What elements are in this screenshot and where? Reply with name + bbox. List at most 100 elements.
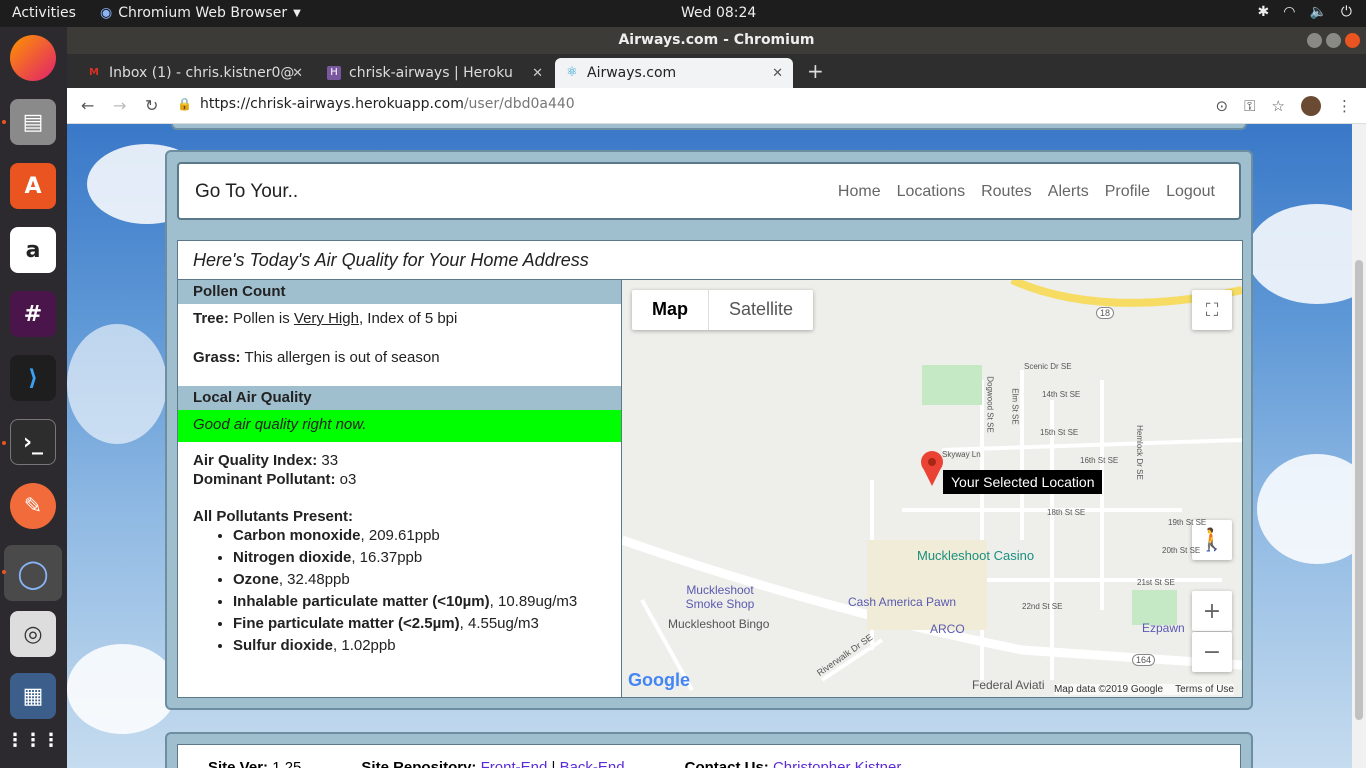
map-place-label[interactable]: Federal Aviati — [972, 678, 1045, 692]
tab-airways[interactable]: ⚛ Airways.com ✕ — [555, 58, 793, 88]
grass-text: This allergen is out of season — [244, 349, 440, 366]
key-icon[interactable]: ⚿ — [1244, 97, 1255, 115]
gmail-icon: M — [89, 67, 99, 78]
nav-profile[interactable]: Profile — [1105, 183, 1150, 201]
window-title: Airways.com - Chromium — [618, 32, 815, 48]
tab-label: Inbox (1) - chris.kistner0@ — [109, 65, 295, 81]
fullscreen-icon[interactable]: ⛶ — [1192, 290, 1232, 330]
app-menu[interactable]: ◉ Chromium Web Browser ▼ — [100, 5, 301, 21]
nav-home[interactable]: Home — [838, 183, 881, 201]
list-item: Ozone, 32.48ppb — [233, 571, 621, 588]
map-place-label[interactable]: Muckleshoot Bingo — [668, 617, 769, 631]
map-place-label[interactable]: Muckleshoot Smoke Shop — [680, 583, 760, 611]
location-tooltip: Your Selected Location — [943, 470, 1103, 494]
street-label: 16th St SE — [1080, 456, 1119, 465]
backend-link[interactable]: Back-End — [560, 759, 625, 768]
map-place-label[interactable]: Cash America Pawn — [848, 595, 956, 609]
page-scrollbar[interactable] — [1352, 124, 1366, 768]
frontend-link[interactable]: Front-End — [481, 759, 548, 768]
show-apps-icon[interactable]: ⋮⋮⋮ — [6, 717, 60, 763]
dock: ▤ A a # ⟩ ›_ ✎ ◯ ◎ ▦ ⋮⋮⋮ — [0, 27, 67, 768]
street-label: 14th St SE — [1042, 390, 1081, 399]
running-indicator — [2, 570, 6, 574]
menu-kebab-icon[interactable]: ⋮ — [1337, 97, 1352, 115]
forward-icon[interactable]: → — [113, 96, 126, 115]
map-type-satellite[interactable]: Satellite — [709, 290, 813, 330]
firefox-icon[interactable] — [10, 35, 56, 81]
speaker-icon[interactable]: ◎ — [10, 611, 56, 657]
screenshot-app-icon[interactable]: ▦ — [10, 673, 56, 719]
site-footer: Site Ver: 1.25 Site Repository: Front-En… — [165, 732, 1253, 768]
chromium-icon: ◉ — [100, 5, 113, 21]
profile-avatar[interactable] — [1301, 96, 1321, 116]
map-place-label[interactable]: ARCO — [930, 622, 965, 636]
list-item: Nitrogen dioxide, 16.37ppb — [233, 549, 621, 566]
activities-button[interactable]: Activities — [12, 5, 76, 21]
files-icon[interactable]: ▤ — [10, 99, 56, 145]
nav-alerts[interactable]: Alerts — [1048, 183, 1089, 201]
chevron-down-icon: ▼ — [293, 7, 301, 19]
terms-link[interactable]: Terms of Use — [1175, 684, 1234, 695]
system-tray[interactable]: ✱ ◠ 🔈 ⏻ — [1258, 4, 1352, 20]
browser-toolbar: ← → ↻ 🔒 https://chrisk-airways.herokuapp… — [67, 88, 1366, 124]
page-viewport: Go To Your.. Home Locations Routes Alert… — [67, 124, 1366, 768]
back-icon[interactable]: ← — [81, 96, 94, 115]
zoom-out-button[interactable]: − — [1192, 632, 1232, 672]
tab-label: chrisk-airways | Heroku — [349, 65, 513, 81]
map-place-label[interactable]: Muckleshoot Casino — [917, 548, 1034, 563]
close-window-button[interactable] — [1345, 33, 1360, 48]
software-center-icon[interactable]: A — [10, 163, 56, 209]
list-item: Carbon monoxide, 209.61ppb — [233, 527, 621, 544]
slack-tray-icon[interactable]: ✱ — [1258, 4, 1270, 20]
nav-logout[interactable]: Logout — [1166, 183, 1215, 201]
nav-links: Home Locations Routes Alerts Profile Log… — [838, 183, 1215, 201]
bookmark-star-icon[interactable]: ☆ — [1272, 97, 1285, 115]
postman-icon[interactable]: ✎ — [10, 483, 56, 529]
tree-index: , Index of 5 bpi — [358, 310, 458, 327]
window-titlebar: Airways.com - Chromium — [67, 27, 1366, 54]
map-place-label[interactable]: Ezpawn — [1142, 621, 1185, 635]
tab-heroku[interactable]: H chrisk-airways | Heroku ✕ — [317, 58, 553, 88]
dominant-row: Dominant Pollutant: o3 — [178, 471, 621, 488]
running-indicator — [2, 120, 6, 124]
running-indicator — [2, 441, 6, 445]
zoom-in-button[interactable]: + — [1192, 591, 1232, 631]
tab-inbox[interactable]: M Inbox (1) - chris.kistner0@ ✕ — [77, 58, 313, 88]
volume-icon: 🔈 — [1309, 4, 1327, 20]
air-status-banner: Good air quality right now. — [178, 410, 621, 442]
vscode-icon[interactable]: ⟩ — [10, 355, 56, 401]
nav-locations[interactable]: Locations — [897, 183, 966, 201]
new-tab-button[interactable]: + — [807, 59, 824, 83]
slack-icon[interactable]: # — [10, 291, 56, 337]
clock[interactable]: Wed 08:24 — [681, 5, 756, 21]
street-label: 15th St SE — [1040, 428, 1079, 437]
map-attribution: Map data ©2019 Google Terms of Use — [1053, 684, 1234, 695]
chromium-dock-icon[interactable]: ◯ — [4, 545, 62, 601]
location-icon[interactable]: ⊙ — [1216, 97, 1229, 115]
reload-icon[interactable]: ↻ — [145, 96, 158, 115]
air-section-title: Local Air Quality — [178, 386, 621, 410]
scrollbar-thumb[interactable] — [1355, 260, 1363, 720]
address-bar[interactable]: 🔒 https://chrisk-airways.herokuapp.com/u… — [177, 96, 575, 112]
close-tab-icon[interactable]: ✕ — [292, 66, 303, 81]
tree-pollen: Tree: Pollen is Very High, Index of 5 bp… — [178, 310, 621, 327]
close-tab-icon[interactable]: ✕ — [532, 66, 543, 81]
lock-icon: 🔒 — [177, 97, 192, 111]
google-map[interactable]: Map Satellite ⛶ 🚶 + − Your Selected Loca… — [622, 280, 1242, 697]
navbar-brand[interactable]: Go To Your.. — [195, 181, 298, 203]
contact-link[interactable]: Christopher Kistner — [773, 759, 901, 768]
terminal-icon[interactable]: ›_ — [10, 419, 56, 465]
map-type-map[interactable]: Map — [632, 290, 709, 330]
aqi-label: Air Quality Index: — [193, 452, 318, 469]
main-card: Go To Your.. Home Locations Routes Alert… — [165, 150, 1253, 710]
street-label: Skyway Ln — [942, 450, 981, 459]
site-repository: Site Repository: Front-End | Back-End — [361, 759, 624, 768]
heroku-icon: H — [327, 66, 341, 80]
tree-level: Very High — [293, 310, 359, 327]
maximize-button[interactable] — [1326, 33, 1341, 48]
nav-routes[interactable]: Routes — [981, 183, 1032, 201]
google-logo[interactable]: Google — [628, 670, 690, 691]
minimize-button[interactable] — [1307, 33, 1322, 48]
close-tab-icon[interactable]: ✕ — [772, 66, 783, 81]
amazon-icon[interactable]: a — [10, 227, 56, 273]
